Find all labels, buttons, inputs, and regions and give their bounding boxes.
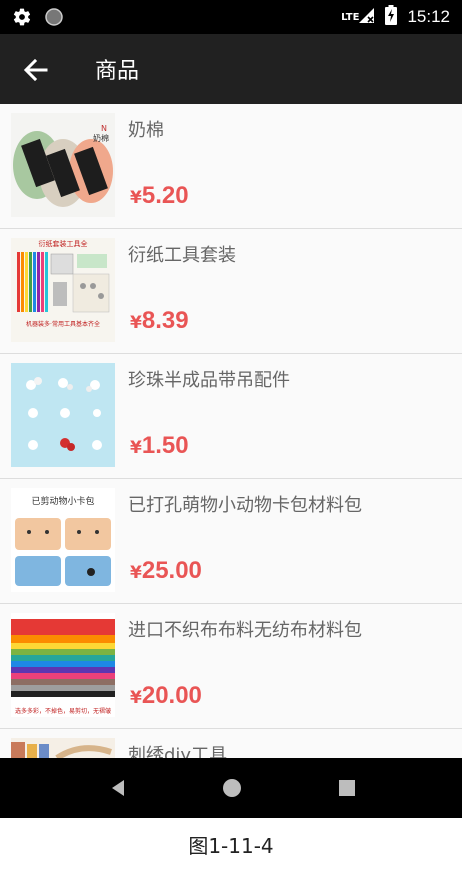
status-bar: LTE 15:12 bbox=[0, 0, 462, 34]
product-thumbnail-pearls bbox=[11, 363, 115, 467]
nav-recents-button[interactable] bbox=[335, 776, 359, 800]
yarn-brand-text: 奶棉 bbox=[93, 133, 109, 143]
price-value: 1.50 bbox=[141, 432, 189, 459]
product-name: 刺绣diy工具 bbox=[128, 745, 228, 758]
product-item[interactable]: 已剪动物小卡包 已打孔萌物小动物卡包材料包 ¥25.00 bbox=[0, 479, 462, 604]
network-type-label: LTE bbox=[341, 11, 360, 23]
product-name: 奶棉 bbox=[128, 120, 164, 141]
arrow-left-icon bbox=[23, 58, 48, 82]
product-thumbnail-felt: 选多多彩，不掉色，易剪切，无褶皱 bbox=[11, 613, 115, 717]
quill-top-text: 衍纸套装工具全 bbox=[39, 239, 88, 248]
product-item[interactable]: 选多多彩，不掉色，易剪切，无褶皱 进口不织布布料无纺布材料包 ¥20.00 bbox=[0, 604, 462, 729]
product-price: ¥8.39 bbox=[130, 307, 189, 335]
currency-symbol: ¥ bbox=[130, 563, 142, 583]
product-name: 已打孔萌物小动物卡包材料包 bbox=[128, 495, 362, 516]
felt-bottom-text: 选多多彩，不掉色，易剪切，无褶皱 bbox=[15, 707, 111, 715]
currency-symbol: ¥ bbox=[130, 313, 142, 333]
product-name: 衍纸工具套装 bbox=[128, 245, 236, 266]
quill-bottom-text: 机器装多·常用工具基本齐全 bbox=[26, 320, 100, 328]
figure-caption: 图1-11-4 bbox=[188, 834, 274, 858]
product-list[interactable]: N 奶棉 奶棉 ¥5.20 衍纸套装工具全 机器装多·常用工具基本齐全 衍纸工具… bbox=[0, 104, 462, 758]
square-recents-icon bbox=[339, 780, 355, 796]
price-value: 20.00 bbox=[141, 682, 202, 709]
product-price: ¥5.20 bbox=[130, 182, 189, 210]
product-thumbnail-embroidery bbox=[11, 738, 115, 758]
currency-symbol: ¥ bbox=[130, 188, 142, 208]
circle-home-icon bbox=[223, 779, 241, 797]
product-item[interactable]: N 奶棉 奶棉 ¥5.20 bbox=[0, 104, 462, 229]
product-thumbnail-card-bags: 已剪动物小卡包 bbox=[11, 488, 115, 592]
product-price: ¥20.00 bbox=[130, 682, 202, 710]
product-price: ¥25.00 bbox=[130, 557, 202, 585]
currency-symbol: ¥ bbox=[130, 688, 142, 708]
product-thumbnail-yarn: N 奶棉 bbox=[11, 113, 115, 217]
signal-icon bbox=[357, 6, 375, 28]
settings-gear-icon bbox=[12, 7, 32, 31]
status-clock: 15:12 bbox=[407, 7, 450, 26]
currency-symbol: ¥ bbox=[130, 438, 142, 458]
sync-circle-icon bbox=[44, 7, 64, 31]
phone-screen: LTE 15:12 商品 N 奶棉 奶棉 ¥5.20 衍纸套装工具全 机器装多·… bbox=[0, 0, 462, 818]
app-bar: 商品 bbox=[0, 34, 462, 104]
nav-back-button[interactable] bbox=[106, 776, 130, 800]
battery-charging-icon bbox=[385, 5, 398, 29]
back-button[interactable] bbox=[20, 54, 52, 86]
product-item[interactable]: 珍珠半成品带吊配件 ¥1.50 bbox=[0, 354, 462, 479]
triangle-back-icon bbox=[112, 780, 124, 796]
product-item[interactable]: 刺绣diy工具 bbox=[0, 729, 462, 758]
price-value: 8.39 bbox=[141, 307, 189, 334]
nav-home-button[interactable] bbox=[220, 776, 244, 800]
page-title: 商品 bbox=[95, 59, 140, 84]
product-price: ¥1.50 bbox=[130, 432, 189, 460]
card-title-text: 已剪动物小卡包 bbox=[31, 495, 94, 507]
product-thumbnail-quilling: 衍纸套装工具全 机器装多·常用工具基本齐全 bbox=[11, 238, 115, 342]
svg-text:N: N bbox=[101, 124, 107, 133]
product-name: 进口不织布布料无纺布材料包 bbox=[128, 620, 362, 641]
navigation-bar bbox=[0, 758, 462, 818]
price-value: 25.00 bbox=[141, 557, 202, 584]
price-value: 5.20 bbox=[141, 182, 189, 209]
product-item[interactable]: 衍纸套装工具全 机器装多·常用工具基本齐全 衍纸工具套装 ¥8.39 bbox=[0, 229, 462, 354]
product-name: 珍珠半成品带吊配件 bbox=[128, 370, 290, 391]
